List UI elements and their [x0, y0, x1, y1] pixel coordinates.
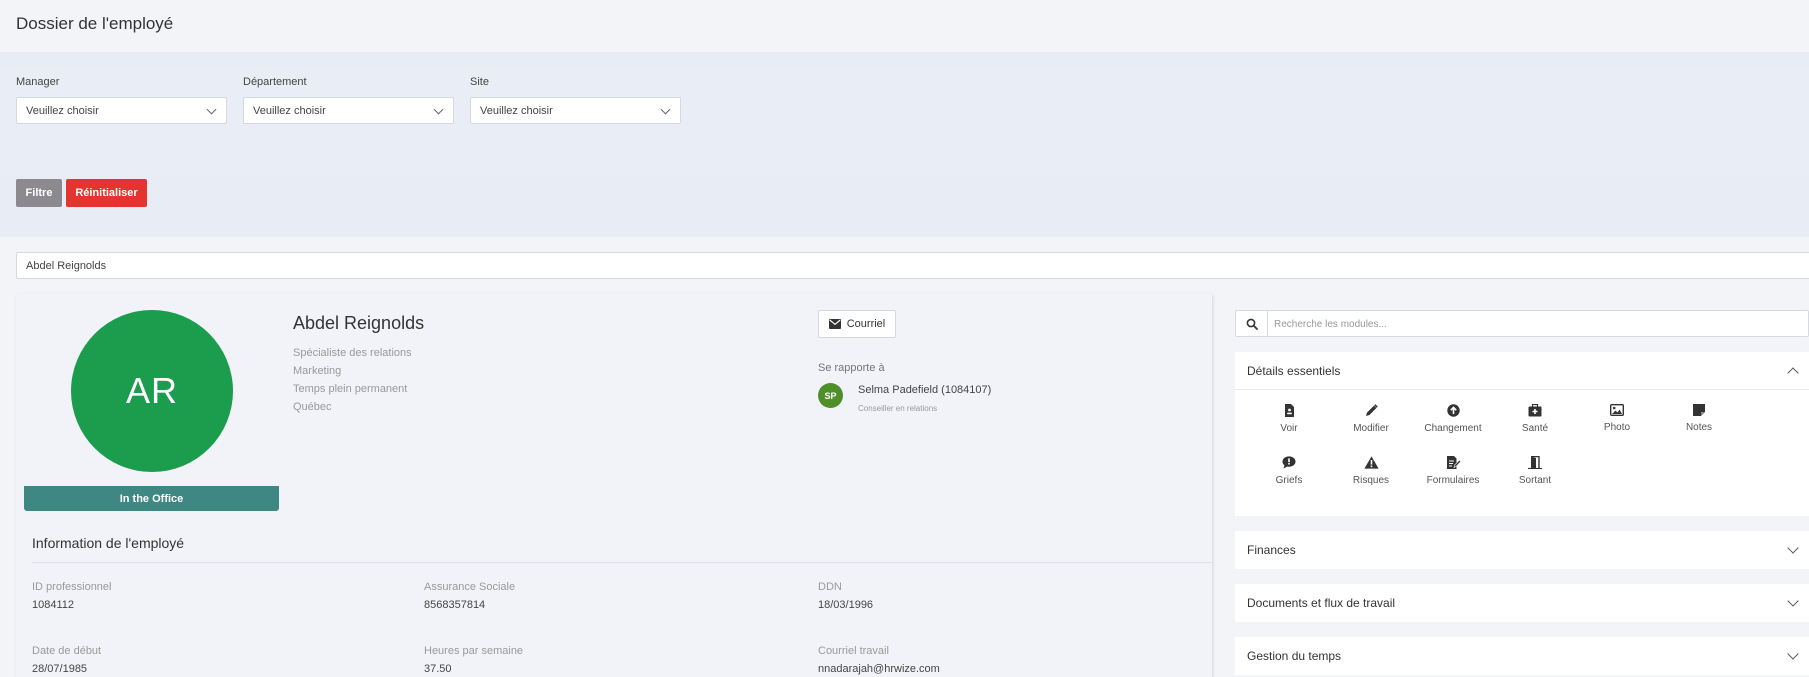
module-label: Photo: [1603, 422, 1631, 433]
page-title: Dossier de l'employé: [16, 14, 174, 33]
finances-panel: Finances: [1235, 531, 1809, 569]
manager-role: Conseiller en relations: [858, 404, 938, 413]
email-button[interactable]: Courriel: [818, 310, 896, 338]
module-label: Risques: [1352, 475, 1390, 486]
employee-name: Abdel Reignolds: [293, 313, 425, 333]
manager-filter-label: Manager: [16, 76, 60, 88]
manager-avatar: SP: [818, 383, 843, 408]
status-badge: In the Office: [24, 486, 279, 511]
info-value-work-email: nnadarajah@hrwize.com: [818, 663, 940, 675]
chevron-down-icon: [1787, 595, 1799, 607]
comment-exclamation-icon: [1282, 456, 1296, 469]
info-label-hours-per-week: Heures par semaine: [424, 645, 524, 657]
chevron-down-icon: [206, 104, 217, 115]
chevron-down-icon: [1787, 648, 1799, 660]
door-exit-icon: [1528, 456, 1542, 469]
search-icon: [1246, 318, 1258, 330]
module-photo[interactable]: Photo: [1582, 404, 1652, 433]
info-label-social-insurance: Assurance Sociale: [424, 581, 516, 593]
info-label-professional-id: ID professionnel: [32, 581, 112, 593]
module-risks[interactable]: Risques: [1336, 456, 1406, 486]
sticky-note-icon: [1693, 404, 1705, 416]
employee-select-value: Abdel Reignolds: [26, 260, 107, 272]
department-select[interactable]: Veuillez choisir: [243, 97, 454, 124]
module-label: Modifier: [1353, 423, 1389, 434]
module-label: Changement: [1424, 423, 1482, 434]
module-outgoing[interactable]: Sortant: [1500, 456, 1570, 486]
form-edit-icon: [1446, 456, 1461, 469]
chevron-up-icon: [1787, 367, 1799, 379]
pencil-icon: [1365, 404, 1378, 416]
info-value-hours-per-week: 37.50: [424, 663, 452, 675]
module-view[interactable]: Voir: [1254, 404, 1324, 434]
department-filter-label: Département: [243, 76, 307, 88]
documents-panel: Documents et flux de travail: [1235, 584, 1809, 622]
time-management-panel-title: Gestion du temps: [1247, 649, 1342, 663]
chevron-down-icon: [1787, 542, 1799, 554]
essentials-panel-header[interactable]: Détails essentiels: [1235, 352, 1809, 390]
warning-triangle-icon: [1363, 456, 1379, 469]
module-label: Voir: [1280, 423, 1298, 434]
image-icon: [1610, 404, 1624, 416]
documents-panel-header[interactable]: Documents et flux de travail: [1235, 584, 1809, 622]
module-edit[interactable]: Modifier: [1336, 404, 1406, 434]
info-label-start-date: Date de début: [32, 645, 102, 657]
search-button[interactable]: [1236, 311, 1268, 336]
medical-kit-icon: [1528, 404, 1542, 417]
site-select-value: Veuillez choisir: [480, 105, 553, 117]
manager-select-value: Veuillez choisir: [26, 105, 99, 117]
module-search-input[interactable]: [1274, 316, 1794, 332]
info-value-professional-id: 1084112: [32, 599, 75, 611]
employee-job-title: Spécialiste des relations: [293, 347, 412, 359]
module-label: Santé: [1521, 423, 1549, 434]
module-label: Griefs: [1275, 475, 1303, 486]
chevron-down-icon: [660, 104, 671, 115]
avatar: AR: [71, 310, 233, 472]
documents-panel-title: Documents et flux de travail: [1247, 596, 1396, 610]
info-value-social-insurance: 8568357814: [424, 599, 486, 611]
employee-location: Québec: [293, 401, 332, 413]
module-grievances[interactable]: Griefs: [1254, 456, 1324, 486]
employee-department: Marketing: [293, 365, 342, 377]
info-value-start-date: 28/07/1985: [32, 663, 88, 675]
employee-info-title: Information de l'employé: [32, 535, 185, 551]
chevron-down-icon: [433, 104, 444, 115]
envelope-icon: [828, 319, 841, 329]
module-label: Notes: [1685, 422, 1713, 433]
finances-panel-header[interactable]: Finances: [1235, 531, 1809, 569]
reset-button[interactable]: Réinitialiser: [66, 179, 147, 207]
page-header: Dossier de l'employé: [0, 0, 1809, 52]
employee-select[interactable]: Abdel Reignolds: [16, 252, 1809, 279]
document-icon: [1285, 404, 1294, 417]
site-select[interactable]: Veuillez choisir: [470, 97, 681, 124]
filter-button[interactable]: Filtre: [16, 179, 62, 207]
time-management-panel: Gestion du temps: [1235, 637, 1809, 675]
email-button-label: Courriel: [846, 318, 886, 330]
info-label-work-email: Courriel travail: [818, 645, 889, 657]
module-search: [1235, 310, 1809, 337]
manager-select[interactable]: Veuillez choisir: [16, 97, 227, 124]
arrow-up-circle-icon: [1446, 404, 1460, 417]
module-notes[interactable]: Notes: [1664, 404, 1734, 433]
employee-employment-type: Temps plein permanent: [293, 383, 408, 395]
time-management-panel-header[interactable]: Gestion du temps: [1235, 637, 1809, 675]
essentials-panel-title: Détails essentiels: [1247, 363, 1341, 378]
module-change[interactable]: Changement: [1418, 404, 1488, 434]
info-label-birthdate: DDN: [818, 581, 842, 593]
department-select-value: Veuillez choisir: [253, 105, 326, 117]
essentials-panel: Détails essentiels Voir Modifier Changem…: [1235, 352, 1809, 516]
manager-name[interactable]: Selma Padefield (1084107): [858, 384, 991, 396]
info-value-birthdate: 18/03/1996: [818, 599, 874, 611]
finances-panel-title: Finances: [1247, 543, 1296, 557]
site-filter-label: Site: [470, 76, 489, 88]
module-label: Sortant: [1518, 475, 1552, 486]
module-forms[interactable]: Formulaires: [1418, 456, 1488, 486]
divider: [32, 562, 1212, 563]
module-health[interactable]: Santé: [1500, 404, 1570, 434]
module-label: Formulaires: [1426, 475, 1480, 486]
reports-to-label: Se rapporte à: [818, 362, 885, 374]
